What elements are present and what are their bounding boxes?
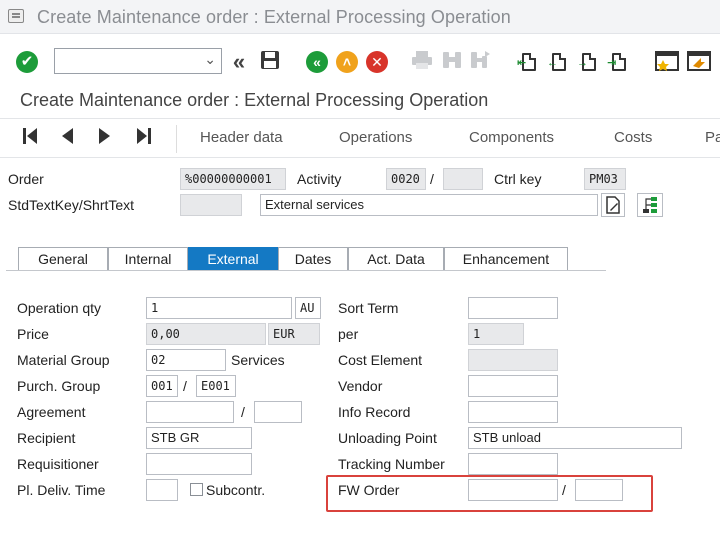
cost-element-label: Cost Element — [338, 352, 423, 368]
back-double-icon[interactable]: « — [228, 50, 250, 74]
chevron-down-icon[interactable]: ⌄ — [204, 51, 216, 68]
application-toolbar: Header data Operations Components Costs … — [0, 118, 720, 158]
command-field[interactable]: ⌄ — [54, 48, 222, 74]
prev-page-icon[interactable]: ← — [547, 53, 566, 71]
agreement-item-field[interactable] — [254, 401, 302, 423]
operation-qty-unit-field[interactable]: AU — [295, 297, 321, 319]
activity-field: 0020 — [386, 168, 426, 190]
per-field: 1 — [468, 323, 524, 345]
purch-org-field[interactable]: E001 — [196, 375, 236, 397]
tab-enhancement[interactable]: Enhancement — [444, 247, 568, 271]
tab-dates[interactable]: Dates — [278, 247, 348, 271]
tab-external[interactable]: External — [188, 247, 278, 271]
cost-element-field — [468, 349, 558, 371]
agreement-separator: / — [241, 404, 245, 420]
tracking-number-label: Tracking Number — [338, 456, 445, 472]
long-text-icon[interactable] — [601, 193, 625, 217]
menu-icon[interactable] — [8, 9, 24, 23]
purch-group-field[interactable]: 001 — [146, 375, 178, 397]
new-session-icon[interactable] — [654, 50, 680, 74]
tab-general[interactable]: General — [18, 247, 108, 271]
operation-qty-field[interactable]: 1 — [146, 297, 292, 319]
std-text-key-field — [180, 194, 242, 216]
sort-term-field[interactable] — [468, 297, 558, 319]
window-title: Create Maintenance order : External Proc… — [37, 7, 511, 27]
first-page-icon[interactable]: ⇤ — [517, 53, 536, 71]
back-icon[interactable]: « — [306, 51, 328, 73]
tab-act-data[interactable]: Act. Data — [348, 247, 444, 271]
first-record-icon[interactable] — [22, 127, 38, 150]
order-label: Order — [8, 171, 44, 187]
activity-label: Activity — [297, 171, 342, 187]
material-group-label: Material Group — [17, 352, 110, 368]
material-group-field[interactable]: 02 — [146, 349, 226, 371]
info-record-field[interactable] — [468, 401, 558, 423]
agreement-label: Agreement — [17, 404, 86, 420]
sort-term-label: Sort Term — [338, 300, 399, 316]
save-icon[interactable] — [258, 50, 282, 74]
exit-icon[interactable]: ˄ — [336, 51, 358, 73]
material-group-text: Services — [231, 352, 285, 368]
price-currency-field: EUR — [268, 323, 320, 345]
requisitioner-field[interactable] — [146, 453, 252, 475]
vendor-field[interactable] — [468, 375, 558, 397]
window-titlebar: Create Maintenance order : External Proc… — [0, 0, 720, 34]
tab-underline — [6, 270, 606, 271]
tracking-number-field[interactable] — [468, 453, 558, 475]
price-field: 0,00 — [146, 323, 266, 345]
partner-button[interactable]: Pa — [705, 129, 720, 146]
purch-group-separator: / — [183, 378, 187, 394]
vendor-label: Vendor — [338, 378, 383, 394]
next-record-icon[interactable] — [98, 127, 112, 150]
ctrl-key-label: Ctrl key — [494, 171, 542, 187]
pl-deliv-time-field[interactable] — [146, 479, 178, 501]
fw-order-highlight — [326, 475, 653, 512]
hierarchy-icon[interactable] — [637, 193, 663, 217]
activity-separator: / — [430, 171, 434, 187]
header-data-button[interactable]: Header data — [200, 129, 283, 146]
short-text-field[interactable]: External services — [260, 194, 598, 216]
costs-button[interactable]: Costs — [614, 129, 652, 146]
screen-title: Create Maintenance order : External Proc… — [20, 90, 489, 110]
per-label: per — [338, 326, 359, 342]
shortcut-icon[interactable] — [686, 50, 712, 74]
next-page-icon[interactable]: → — [577, 53, 596, 71]
recipient-label: Recipient — [17, 430, 76, 446]
agreement-field[interactable] — [146, 401, 234, 423]
info-record-label: Info Record — [338, 404, 411, 420]
requisitioner-label: Requisitioner — [17, 456, 99, 472]
recipient-field[interactable]: STB GR — [146, 427, 252, 449]
last-page-icon[interactable]: ⇥ — [607, 53, 626, 71]
unloading-point-field[interactable]: STB unload — [468, 427, 682, 449]
unloading-point-label: Unloading Point — [338, 430, 437, 446]
components-button[interactable]: Components — [469, 129, 554, 146]
find-icon[interactable] — [440, 50, 464, 74]
standard-toolbar: ✔ ⌄ « « ˄ ✕ ⇤ ← → ⇥ — [0, 40, 720, 84]
previous-record-icon[interactable] — [60, 127, 74, 150]
pl-deliv-time-label: Pl. Deliv. Time — [17, 482, 106, 498]
std-text-key-label: StdTextKey/ShrtText — [8, 197, 135, 213]
toolbar-separator — [176, 125, 177, 153]
price-label: Price — [17, 326, 49, 342]
command-input[interactable] — [59, 50, 199, 72]
tab-internal[interactable]: Internal — [108, 247, 188, 271]
subcontr-label: Subcontr. — [206, 482, 266, 498]
find-next-icon[interactable] — [468, 50, 492, 74]
operation-qty-label: Operation qty — [17, 300, 102, 316]
ctrl-key-field: PM03 — [584, 168, 626, 190]
check-icon[interactable]: ✔ — [16, 51, 38, 73]
order-field: %00000000001 — [180, 168, 286, 190]
sub-activity-field — [443, 168, 483, 190]
cancel-icon[interactable]: ✕ — [366, 51, 388, 73]
subcontr-checkbox[interactable] — [190, 483, 203, 496]
last-record-icon[interactable] — [136, 127, 152, 150]
operations-button[interactable]: Operations — [339, 129, 412, 146]
print-icon[interactable] — [410, 50, 434, 74]
purch-group-label: Purch. Group — [17, 378, 101, 394]
